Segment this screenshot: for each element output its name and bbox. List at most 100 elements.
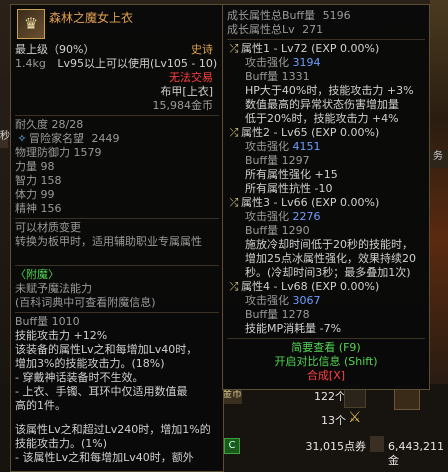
attribute-line: 施放冷却时间低于20秒的技能时， [245,238,413,251]
item-requirement: Lv95以上可以使用(Lv105 - 10) [57,57,218,70]
stat-name: 精神 [15,202,37,215]
trade-row: 无法交易 [15,71,219,85]
divider [15,312,219,313]
price-row: 15,984金币 [15,99,219,113]
weight-row: 1.4kg Lv95以上可以使用(Lv105 - 10) [15,57,219,71]
item-price: 15,984金币 [152,99,214,112]
attack-boost-value: 4151 [292,140,321,153]
armor-type: 布甲[上衣] [160,85,213,98]
stat-name: 体力 [15,188,37,201]
attribute-header: ⤮ 属性3 - Lv66 (EXP 0.00%) [227,196,425,210]
points-balance: 31,015点券 [305,440,367,453]
rep-star-icon: ✧ [17,132,27,145]
item-tooltip: ♛ 森林之魔女上衣 最上级（90%） 史诗 1.4kg Lv95以上可以使用(L… [10,4,224,472]
transfer-text: 转换为板甲时，适用辅助职业专属属性 [15,235,202,248]
side-tab-left[interactable]: 秒 [0,130,10,148]
item-grade: 最上级（90%） [15,43,95,56]
item-name: 森林之魔女上衣 [49,11,134,25]
attack-boost: 攻击强化 4151 [245,140,321,153]
effect-line: 该装备的属性Lv之和每增加Lv40时， [15,343,198,356]
attack-boost: 攻击强化 2276 [245,210,321,223]
crossed-swords-icon[interactable]: ⚔ [348,410,368,430]
stat-row: 物理防御力 1579 [15,146,219,160]
effect-line: - 穿戴神话装备时不生效。 [15,371,144,384]
stat-name: 力量 [15,160,37,173]
attack-boost-value: 2276 [292,210,321,223]
gold-balance: 6,443,211金 [388,440,444,467]
effect-line: - 该属性Lv之和每增加Lv40时，额外 [15,451,194,464]
buff-amount: Buff量 1010 [15,315,80,328]
item-header: ♛ 森林之魔女上衣 [15,5,219,43]
adventurer-rep-value: 2449 [91,132,120,145]
coin-slot[interactable]: 金币 [222,388,242,404]
adventurer-rep-row: ✧ 冒险家名望 2449 [15,132,219,146]
shuffle-icon: ⤮ [229,126,239,139]
growth-buff-label: 成长属性总Buff量 [227,9,316,22]
attack-boost: 攻击强化 3194 [245,56,321,69]
growth-lv-value: 271 [302,23,324,36]
enchant-header: 〈附魔〉 [15,268,59,281]
attack-boost-value: 3067 [292,294,321,307]
stat-value: 98 [40,160,55,173]
attribute-header: ⤮ 属性4 - Lv68 (EXP 0.00%) [227,280,425,294]
shuffle-icon: ⤮ [229,280,239,293]
divider [15,115,219,116]
rarity-label: 史诗 [191,43,213,56]
synthesis-button[interactable]: 合成[X] [227,369,425,383]
growth-lv-label: 成长属性总Lv [227,23,295,36]
enchant-none: 未赋予魔法能力 [15,282,92,295]
attack-boost-value: 3194 [292,56,321,69]
material-change: 可以材质变更 [15,221,81,234]
growth-lv-row: 成长属性总Lv 271 [227,23,425,37]
attribute-buff: Buff量 1331 [245,70,310,83]
attribute-buff: Buff量 1278 [245,308,310,321]
attribute-line: HP大于40%时，技能攻击力 +3% [245,84,414,97]
stat-row: 力量 98 [15,160,219,174]
brief-view-button[interactable]: 简要查看 (F9) [227,341,425,355]
effect-line: 技能攻击力 +12% [15,329,108,342]
stat-row: 智力 158 [15,174,219,188]
count-13: 13个 [321,414,346,427]
enchant-hint: (百科词典中可查看附魔信息) [15,296,156,309]
effect-line: 该属性Lv之和超过Lv240时，增加1%的 [15,423,211,436]
stat-name: 智力 [15,174,37,187]
cera-icon: C [224,438,240,454]
stat-name: 物理防御力 [15,146,70,159]
trade-status: 无法交易 [169,71,213,84]
attribute-buff: Buff量 1290 [245,224,310,237]
attribute-line: 所有属性抗性 -10 [245,182,333,195]
shuffle-icon: ⤮ [229,42,239,55]
growth-tooltip: 成长属性总Buff量 5196 成长属性总Lv 271 ⤮ 属性1 - Lv72 … [222,4,430,390]
stat-row: 精神 156 [15,202,219,216]
grade-row: 最上级（90%） 史诗 [15,43,219,57]
attribute-line: 增加25点冰属性强化，效果持续20 [245,252,416,265]
divider [227,39,425,40]
side-tab-right[interactable]: 务 [428,150,448,168]
item-portrait-icon: ♛ [17,9,45,39]
stat-row: 体力 99 [15,188,219,202]
adventurer-rep-label: 冒险家名望 [29,132,84,145]
effect-line: 增加3%的技能攻击力。(18%) [15,357,165,370]
durability: 耐久度 28/28 [15,118,84,131]
attribute-line: 所有属性强化 +15 [245,168,338,181]
stat-value: 99 [40,188,55,201]
growth-buff-value: 5196 [322,9,351,22]
attribute-line: 技能MP消耗量 -7% [245,322,342,335]
compare-open-button[interactable]: 开启对比信息 (Shift) [227,355,425,369]
attribute-header: ⤮ 属性1 - Lv72 (EXP 0.00%) [227,42,425,56]
count-122: 122个 [314,390,346,403]
effect-line: - 上衣、手镯、耳环中仅适用数值最 [15,385,188,398]
shuffle-icon: ⤮ [229,196,239,209]
attack-boost: 攻击强化 3067 [245,294,321,307]
attribute-header: ⤮ 属性2 - Lv65 (EXP 0.00%) [227,126,425,140]
attribute-line: 秒。(冷却时间3秒；最多叠加1次) [245,266,411,279]
effect-line: 技能攻击力。(1%) [15,437,108,450]
divider [15,265,219,266]
growth-buff-row: 成长属性总Buff量 5196 [227,9,425,23]
stat-value: 158 [40,174,62,187]
item-weight: 1.4kg [15,57,46,70]
stat-value: 156 [40,202,62,215]
stat-value: 1579 [73,146,102,159]
attribute-line: 低于20%时，技能攻击力 +4% [245,112,399,125]
points-slot[interactable] [370,436,384,452]
